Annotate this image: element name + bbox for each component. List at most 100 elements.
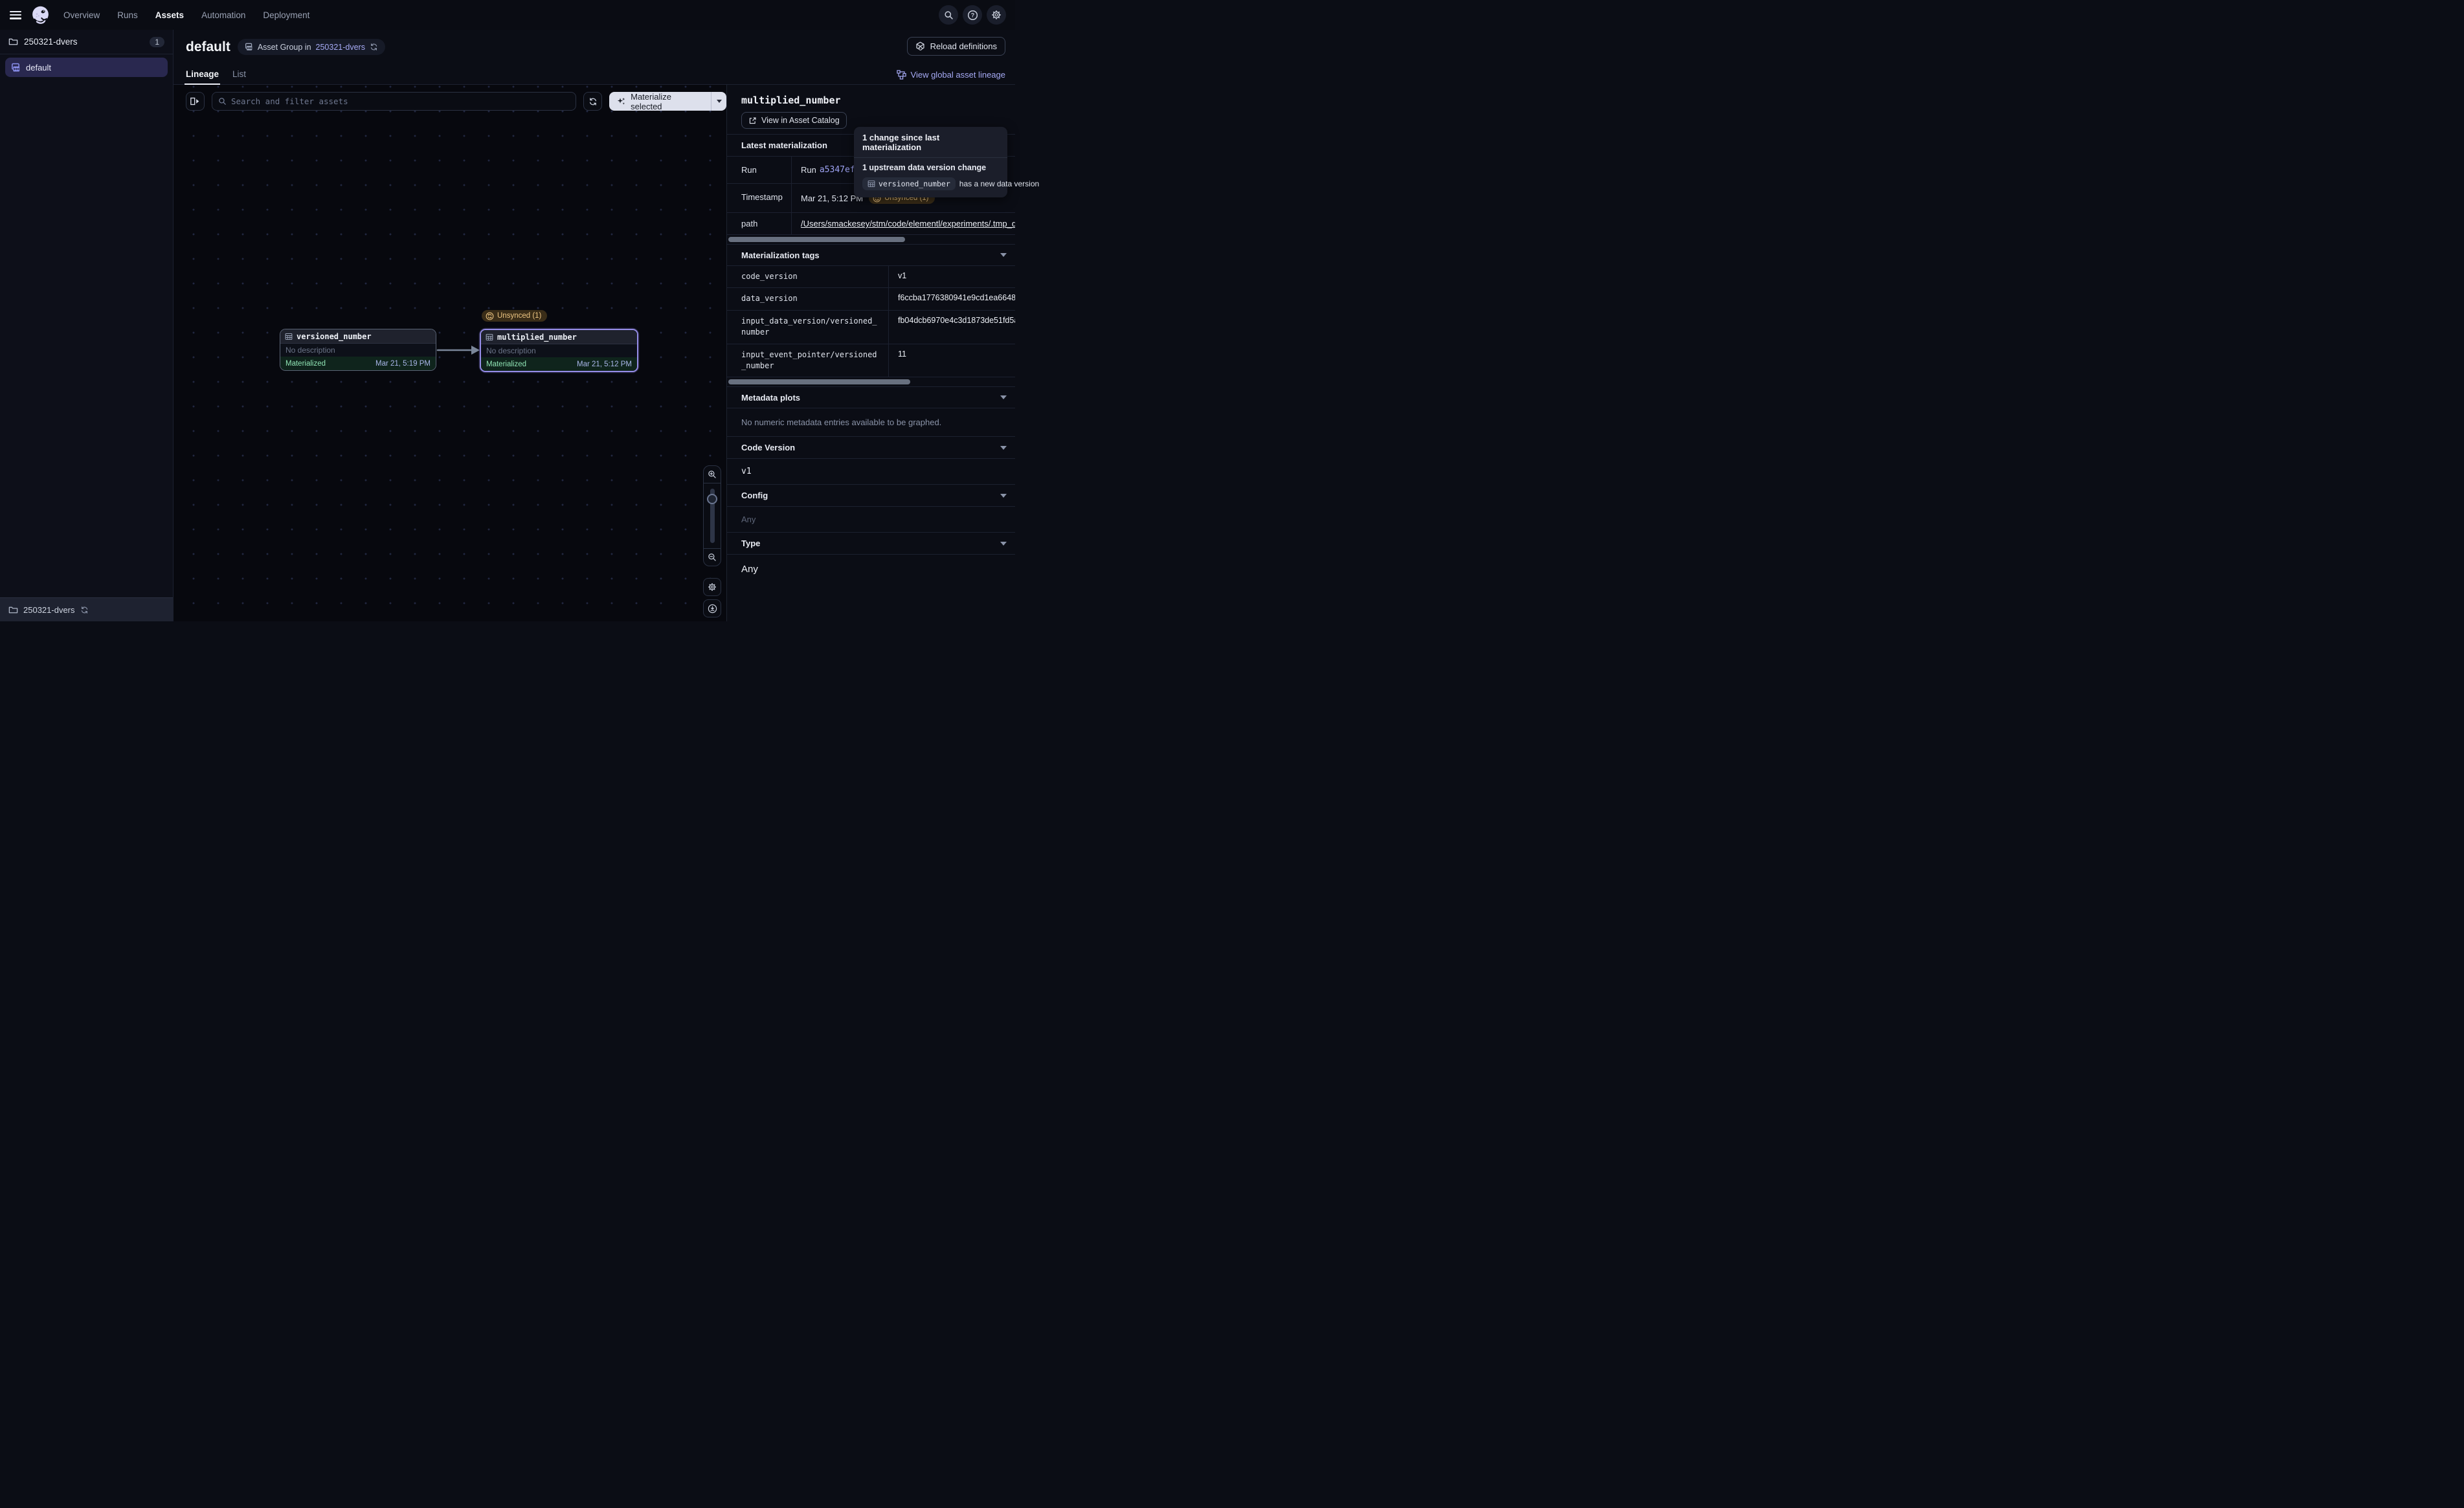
download-graph-button[interactable]	[703, 599, 721, 617]
asset-groups-sidebar: 250321-dvers 1 default 250321-dvers	[0, 30, 174, 621]
tag-value: v1	[889, 266, 1015, 287]
dagster-logo[interactable]	[30, 5, 51, 26]
metadata-plots-empty-message: No numeric metadata entries available to…	[727, 408, 1015, 437]
view-in-asset-catalog-label: View in Asset Catalog	[761, 116, 840, 125]
materialization-tags-table: code_version v1 data_version f6ccba17763…	[727, 266, 1015, 377]
sidebar-item-default[interactable]: default	[5, 58, 168, 77]
nav-runs[interactable]: Runs	[117, 10, 138, 20]
table-icon	[486, 333, 493, 341]
materialized-status: Materialized	[486, 360, 526, 368]
asset-chip[interactable]: versioned_number	[862, 177, 956, 190]
sync-icon[interactable]	[80, 606, 89, 614]
table-icon	[285, 333, 293, 340]
config-value: Any	[727, 507, 1015, 533]
sidebar-group-count: 1	[150, 37, 164, 47]
badge-group-link[interactable]: 250321-dvers	[316, 43, 365, 52]
help-icon: ?	[967, 10, 978, 21]
asset-node-multiplied-number[interactable]: multiplied_number No description Materia…	[480, 329, 638, 372]
nav-overview[interactable]: Overview	[63, 10, 100, 20]
tag-value: fb04dcb6970e4c3d1873de51fd5a5	[889, 311, 1015, 344]
popover-title: 1 change since last materialization	[854, 127, 1007, 158]
nav-assets[interactable]: Assets	[155, 10, 184, 20]
sidebar-item-label: default	[26, 63, 51, 72]
asset-node-name: versioned_number	[297, 332, 372, 341]
lineage-graph-canvas[interactable]: Materialize selected Unsynced (1) versio…	[174, 85, 726, 621]
refresh-graph-button[interactable]	[583, 92, 602, 111]
tab-list[interactable]: List	[232, 69, 246, 85]
zoom-controls	[703, 465, 721, 566]
asset-details-title: multiplied_number	[741, 94, 1001, 106]
nav-automation[interactable]: Automation	[201, 10, 245, 20]
search-input[interactable]	[231, 96, 570, 106]
tag-value: 11	[889, 344, 1015, 377]
code-version-value: v1	[727, 459, 1015, 485]
path-link[interactable]: /Users/smackesey/stm/code/elementl/exper…	[801, 219, 1015, 228]
zoom-out-icon	[708, 553, 717, 562]
chevron-down-icon[interactable]	[1000, 446, 1007, 450]
materialize-dropdown-button[interactable]	[711, 92, 726, 111]
graph-settings-button[interactable]	[703, 578, 721, 596]
svg-text:?: ?	[970, 12, 974, 18]
materialized-time: Mar 21, 5:12 PM	[577, 360, 632, 368]
lineage-edge-arrow	[435, 342, 482, 358]
zoom-slider[interactable]	[704, 483, 721, 548]
external-link-icon	[748, 116, 757, 125]
tab-lineage[interactable]: Lineage	[186, 69, 219, 85]
chevron-down-icon[interactable]	[1000, 253, 1007, 257]
materialized-time: Mar 21, 5:19 PM	[375, 360, 431, 368]
gear-icon	[991, 10, 1002, 20]
sidebar-group-name: 250321-dvers	[24, 37, 144, 47]
changes-popover: 1 change since last materialization 1 up…	[854, 127, 1007, 197]
section-title: Config	[741, 491, 768, 500]
sync-icon[interactable]	[370, 43, 378, 51]
settings-button[interactable]	[987, 5, 1006, 25]
section-metadata-plots[interactable]: Metadata plots	[727, 386, 1015, 408]
chevron-down-icon[interactable]	[1000, 494, 1007, 498]
view-in-asset-catalog-button[interactable]: View in Asset Catalog	[741, 112, 847, 129]
type-value: Any	[727, 555, 1015, 582]
asset-node-versioned-number[interactable]: versioned_number No description Material…	[280, 329, 436, 371]
tag-value: f6ccba1776380941e9cd1ea66481d	[889, 288, 1015, 309]
zoom-slider-thumb[interactable]	[707, 494, 717, 504]
section-materialization-tags[interactable]: Materialization tags	[727, 244, 1015, 266]
expand-panel-button[interactable]	[186, 92, 205, 111]
reload-definitions-button[interactable]: Reload definitions	[907, 37, 1005, 56]
materialized-status: Materialized	[286, 360, 326, 368]
zoom-out-button[interactable]	[704, 548, 721, 566]
unsynced-icon	[486, 312, 494, 320]
hamburger-menu-icon[interactable]	[10, 11, 21, 19]
materialize-selected-button[interactable]: Materialize selected	[609, 92, 726, 111]
chevron-down-icon[interactable]	[1000, 542, 1007, 546]
search-button[interactable]	[939, 5, 958, 25]
chevron-down-icon[interactable]	[1000, 395, 1007, 399]
asset-chip-label: versioned_number	[879, 179, 950, 188]
scrollbar-thumb[interactable]	[728, 237, 905, 242]
sidebar-footer[interactable]: 250321-dvers	[0, 597, 173, 621]
asset-group-icon	[245, 43, 253, 51]
asset-search-bar[interactable]	[212, 92, 576, 111]
tag-key: input_data_version/versioned_number	[727, 311, 889, 344]
section-title: Metadata plots	[741, 393, 800, 403]
table-row: data_version f6ccba1776380941e9cd1ea6648…	[727, 288, 1015, 310]
popover-subtitle: 1 upstream data version change	[854, 158, 1007, 174]
lineage-graph-icon	[897, 70, 906, 80]
asset-group-icon	[11, 63, 21, 72]
row-label: Timestamp	[727, 184, 792, 212]
section-config[interactable]: Config	[727, 485, 1015, 507]
unsynced-badge[interactable]: Unsynced (1)	[482, 310, 547, 322]
section-type[interactable]: Type	[727, 533, 1015, 555]
zoom-in-button[interactable]	[704, 466, 721, 483]
nav-deployment[interactable]: Deployment	[263, 10, 309, 20]
page-title: default	[186, 39, 230, 55]
view-global-asset-lineage-link[interactable]: View global asset lineage	[897, 70, 1005, 80]
help-button[interactable]: ?	[963, 5, 982, 25]
popover-suffix: has a new data version	[959, 179, 1039, 188]
section-title: Materialization tags	[741, 250, 820, 260]
asset-group-badge[interactable]: Asset Group in 250321-dvers	[238, 39, 385, 55]
scrollbar-thumb[interactable]	[728, 379, 910, 384]
sidebar-group-row[interactable]: 250321-dvers 1	[0, 30, 173, 54]
horizontal-scrollbar	[727, 377, 1015, 386]
unsynced-badge-label: Unsynced (1)	[497, 312, 541, 320]
folder-icon	[8, 37, 18, 47]
section-code-version[interactable]: Code Version	[727, 437, 1015, 459]
